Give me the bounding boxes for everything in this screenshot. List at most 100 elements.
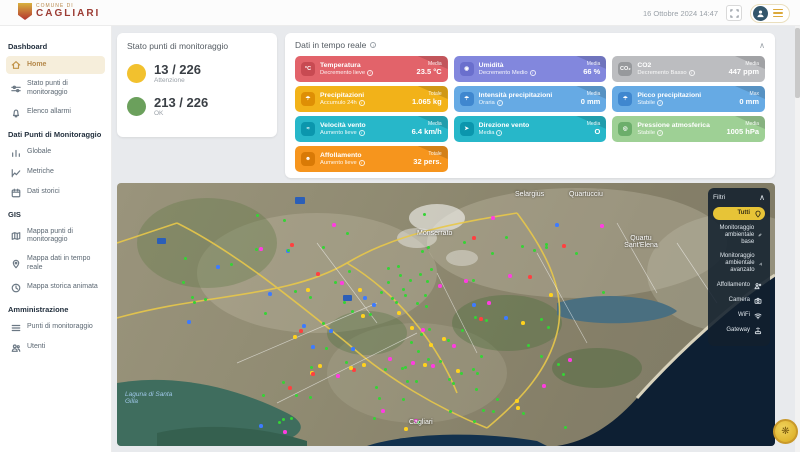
rain-icon: ☂ — [301, 92, 315, 106]
brand-fab-button[interactable]: ❋ — [773, 419, 798, 444]
filter-label: Monitoraggio ambientale base — [716, 225, 754, 247]
realtime-title: Dati in tempo reale — [295, 40, 366, 50]
sidebar-item-globale[interactable]: Globale — [6, 144, 105, 162]
tile-co2[interactable]: CO₂ CO2 Decremento Bassoi Media 447 ppm — [612, 56, 765, 82]
tile-trend: Decremento lieve — [320, 70, 365, 77]
filter-monitoraggio-avanzato[interactable]: Monitoraggio ambientale avanzato — [713, 251, 765, 278]
info-icon[interactable]: i — [359, 100, 365, 106]
tile-velocita-vento[interactable]: ≈ Velocità vento Aumento lievei Media 6.… — [295, 116, 448, 142]
map-label-quartu: Quartu Sant'Elena — [617, 235, 665, 249]
humidity-icon: ◉ — [460, 62, 474, 76]
info-icon[interactable]: i — [359, 130, 365, 136]
status-row-ok: 213 / 226 OK — [127, 96, 267, 117]
sidebar-section-dashboard: Dashboard — [8, 42, 103, 51]
page-scrollbar[interactable] — [795, 26, 800, 452]
tile-picco-precipitazioni[interactable]: ☂ Picco precipitazioni Stabilei Max 0 mm — [612, 86, 765, 112]
tile-value: 447 ppm — [729, 68, 759, 76]
tile-trend: Aumento lieve — [320, 130, 357, 137]
filter-label: Tutti — [737, 210, 750, 217]
sidebar-item-label: Metriche — [27, 168, 54, 177]
filter-affollamento[interactable]: Affollamento — [713, 279, 765, 292]
info-icon[interactable]: i — [496, 130, 502, 136]
tile-trend: Media — [479, 130, 495, 137]
info-icon[interactable]: i — [370, 42, 376, 48]
tile-affollamento[interactable]: ☻ Affollamento Aumento lievei Totale 32 … — [295, 146, 448, 172]
filter-wifi[interactable]: WiFi — [713, 309, 765, 322]
filter-tutti[interactable]: Tutti — [713, 207, 765, 220]
tile-value: O — [587, 128, 601, 136]
sidebar-item-home[interactable]: Home — [6, 56, 105, 74]
sidebar-section-dati-punti: Dati Punti di Monitoraggio — [8, 130, 103, 139]
filter-label: Monitoraggio ambientale avanzato — [716, 253, 755, 275]
bell-icon — [11, 108, 21, 118]
info-icon[interactable]: i — [689, 70, 695, 76]
sidebar-item-label: Mappa punti di monitoraggio — [27, 228, 100, 246]
info-icon[interactable]: i — [359, 160, 365, 166]
status-label: OK — [154, 110, 208, 117]
filter-monitoraggio-base[interactable]: Monitoraggio ambientale base — [713, 222, 765, 249]
leaf-plus-icon — [759, 260, 762, 268]
sidebar-item-metriche[interactable]: Metriche — [6, 164, 105, 182]
tile-trend: Accumulo 24h — [320, 100, 357, 107]
tile-value: 66 % — [583, 68, 600, 76]
tile-precipitazioni[interactable]: ☂ Precipitazioni Accumulo 24hi Totale 1.… — [295, 86, 448, 112]
user-avatar — [753, 6, 768, 21]
sidebar-item-punti-monitoraggio[interactable]: Punti di monitoraggio — [6, 319, 105, 337]
sidebar-item-label: Punti di monitoraggio — [27, 323, 93, 332]
datetime-text: 16 Ottobre 2024 14:47 — [643, 9, 718, 18]
info-icon[interactable]: i — [657, 130, 663, 136]
info-icon[interactable]: i — [367, 70, 373, 76]
tile-umidita[interactable]: ◉ Umidità Decremento Medioi Media 66 % — [454, 56, 607, 82]
filter-label: Affollamento — [717, 282, 750, 289]
menu-icon — [773, 9, 783, 18]
tile-title: Umidità — [479, 62, 579, 70]
fullscreen-button[interactable] — [726, 5, 742, 21]
user-menu[interactable] — [750, 4, 790, 23]
info-icon[interactable]: i — [657, 100, 663, 106]
tile-title: Intensità precipitazioni — [479, 92, 576, 100]
list-icon — [11, 323, 21, 333]
scrollbar-thumb[interactable] — [795, 28, 800, 98]
tile-direzione-vento[interactable]: ➤ Direzione vento Mediai Media O — [454, 116, 607, 142]
gateway-icon — [754, 327, 762, 335]
filter-camera[interactable]: Camera — [713, 294, 765, 307]
info-icon[interactable]: i — [497, 100, 503, 106]
tile-intensita-precipitazioni[interactable]: ☂ Intensità precipitazioni Orariai Media… — [454, 86, 607, 112]
filter-gateway[interactable]: Gateway — [713, 324, 765, 337]
ok-dot-icon — [127, 97, 146, 116]
tile-metric: Media — [581, 92, 601, 98]
sidebar-item-mappa-storica[interactable]: Mappa storica animata — [6, 279, 105, 297]
status-label: Attenzione — [154, 77, 201, 84]
status-count: 13 / 226 — [154, 63, 201, 76]
sliders-icon — [11, 84, 21, 94]
tile-title: Temperatura — [320, 62, 412, 70]
sidebar-item-stato-punti[interactable]: Stato punti di monitoraggio — [6, 76, 105, 102]
temperature-icon: °C — [301, 62, 315, 76]
tile-metric: Max — [739, 92, 759, 98]
app-logo[interactable]: COMUNE DI CAGLIARI — [18, 3, 100, 20]
sidebar-item-mappa-punti[interactable]: Mappa punti di monitoraggio — [6, 224, 105, 250]
tile-title: Velocità vento — [320, 122, 407, 130]
info-icon[interactable]: i — [530, 70, 536, 76]
logo-title: CAGLIARI — [36, 9, 100, 19]
status-card-title: Stato punti di monitoraggio — [127, 41, 267, 51]
sidebar-item-utenti[interactable]: Utenti — [6, 339, 105, 357]
sidebar-item-label: Elenco allarmi — [27, 108, 71, 117]
tile-pressione-atmosferica[interactable]: ◎ Pressione atmosferica Stabilei Media 1… — [612, 116, 765, 142]
sidebar-item-dati-storici[interactable]: Dati storici — [6, 184, 105, 202]
sidebar-item-label: Utenti — [27, 343, 45, 352]
map-label-quartucciu: Quartucciu — [569, 191, 603, 198]
sidebar-item-label: Mappa storica animata — [27, 283, 98, 292]
tile-temperatura[interactable]: °C Temperatura Decremento lievei Media 2… — [295, 56, 448, 82]
filter-collapse-chevron-icon[interactable]: ∧ — [759, 193, 765, 202]
people-icon — [754, 282, 762, 290]
tile-value: 6.4 km/h — [412, 128, 442, 136]
tile-title: Direzione vento — [479, 122, 582, 130]
realtime-card: Dati in tempo reale i ∧ °C Temperatura D… — [285, 33, 775, 178]
satellite-map[interactable]: Selargius Quartucciu Monserrato Quartu S… — [117, 183, 775, 446]
sidebar-item-label: Home — [27, 61, 46, 70]
wind-speed-icon: ≈ — [301, 122, 315, 136]
collapse-chevron-icon[interactable]: ∧ — [759, 41, 765, 50]
sidebar-item-mappa-tempo-reale[interactable]: Mappa dati in tempo reale — [6, 251, 105, 277]
sidebar-item-elenco-allarmi[interactable]: Elenco allarmi — [6, 104, 105, 122]
